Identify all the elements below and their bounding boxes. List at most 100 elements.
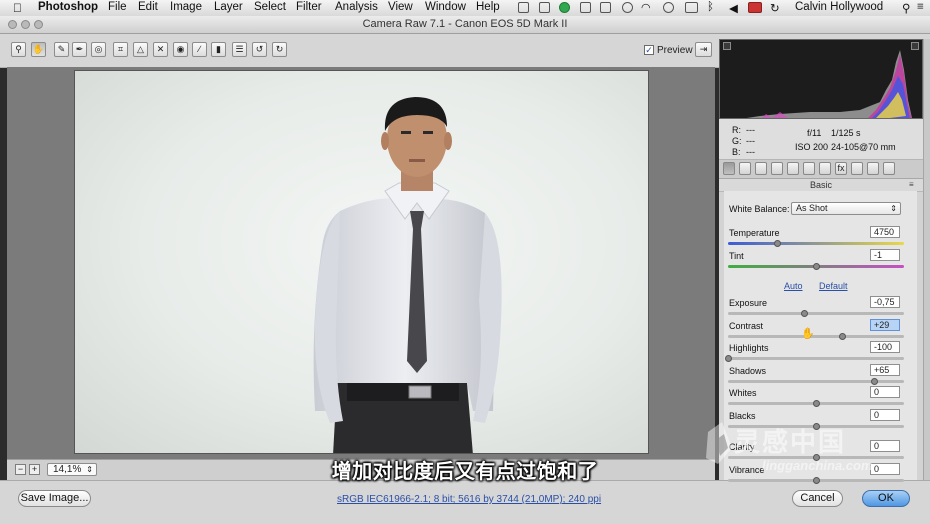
highlights-slider-track[interactable] (728, 357, 904, 360)
menu-filter[interactable]: Filter (296, 1, 322, 13)
contrast-slider-track[interactable] (728, 335, 904, 338)
adjustment-brush-icon[interactable]: ∕ (192, 42, 207, 57)
menu-window[interactable]: Window (425, 1, 466, 13)
rotate-ccw-icon[interactable]: ↺ (252, 42, 267, 57)
menu-help[interactable]: Help (476, 1, 500, 13)
default-link[interactable]: Default (819, 281, 848, 291)
contrast-slider-thumb[interactable] (839, 333, 847, 340)
panel-tabs: fx (719, 160, 923, 179)
display-icon[interactable] (685, 2, 698, 13)
watermark-url: lingganchina.com (762, 458, 873, 473)
tab-camera-calibration-icon[interactable] (851, 162, 863, 175)
fullscreen-icon[interactable]: ⇥ (695, 42, 712, 57)
workflow-options-link[interactable]: sRGB IEC61966-2.1; 8 bit; 5616 by 3744 (… (337, 494, 601, 505)
flag-icon[interactable] (748, 2, 762, 13)
histogram (719, 39, 923, 119)
ok-button[interactable]: OK (862, 490, 910, 507)
temperature-slider-thumb[interactable] (774, 240, 782, 247)
notification-icon[interactable]: ≡ (917, 1, 924, 13)
shadows-value-field[interactable]: +65 (870, 364, 900, 376)
watermark-brand: 灵感中国 (734, 427, 847, 457)
tab-tone-curve-icon[interactable] (739, 162, 751, 175)
bluetooth-icon[interactable]: ᛒ (707, 1, 714, 13)
hand-tool-icon[interactable]: ✋ (31, 42, 46, 57)
white-balance-select[interactable]: As Shot ⇕ (791, 202, 901, 215)
menubar:  Photoshop File Edit Image Layer Select… (0, 0, 930, 17)
highlights-slider-thumb[interactable] (725, 355, 732, 362)
rotate-cw-icon[interactable]: ↻ (272, 42, 287, 57)
tint-value-field[interactable]: -1 (870, 249, 900, 261)
tab-effects-icon[interactable] (819, 162, 831, 175)
tab-lens-corrections-icon[interactable] (803, 162, 815, 175)
red-eye-tool-icon[interactable]: ◉ (173, 42, 188, 57)
aperture-value: f/11 (807, 128, 822, 138)
tray-app-icon[interactable] (559, 2, 570, 13)
menu-edit[interactable]: Edit (138, 1, 158, 13)
highlights-value-field[interactable]: -100 (870, 341, 900, 353)
sync-icon[interactable]: ↻ (770, 1, 780, 15)
menu-analysis[interactable]: Analysis (335, 1, 378, 13)
panel-menu-icon[interactable]: ≡ (909, 180, 914, 189)
whites-value-field[interactable]: 0 (870, 386, 900, 398)
exposure-slider-track[interactable] (728, 312, 904, 315)
menu-app-name[interactable]: Photoshop (38, 1, 98, 13)
user-name[interactable]: Calvin Hollywood (795, 1, 883, 13)
bottom-bar: Save Image... sRGB IEC61966-2.1; 8 bit; … (0, 480, 930, 524)
highlights-label: Highlights (729, 343, 769, 353)
wifi-icon[interactable]: ◠ (641, 1, 651, 14)
spotlight-icon[interactable]: ⚲ (902, 1, 910, 15)
contrast-value-field[interactable]: +29 (870, 319, 900, 331)
tint-slider-thumb[interactable] (813, 263, 820, 270)
apple-icon[interactable]:  (13, 1, 22, 15)
tab-detail-icon[interactable] (755, 162, 767, 175)
tray-icon-1[interactable] (518, 2, 529, 13)
targeted-adjustment-tool-icon[interactable]: ◎ (91, 42, 106, 57)
menu-view[interactable]: View (388, 1, 413, 13)
spot-removal-tool-icon[interactable]: ✕ (153, 42, 168, 57)
white-balance-tool-icon[interactable]: ✎ (54, 42, 69, 57)
graduated-filter-icon[interactable]: ▮ (211, 42, 226, 57)
crop-tool-icon[interactable]: ⌗ (113, 42, 128, 57)
g-label: G: (732, 136, 742, 146)
tab-basic-icon[interactable] (723, 162, 735, 175)
panel-scrollbar[interactable] (923, 39, 930, 480)
preview-label: Preview (657, 45, 693, 56)
straighten-tool-icon[interactable]: △ (133, 42, 148, 57)
clock-icon[interactable] (663, 2, 674, 13)
whites-slider-thumb[interactable] (813, 400, 820, 407)
volume-icon[interactable]: ◀ (729, 1, 738, 15)
preferences-icon[interactable]: ☰ (232, 42, 247, 57)
adjustments-panel: R: --- G: --- B: --- f/11 1/125 s ISO 20… (719, 39, 923, 484)
tray-icon-2[interactable] (539, 2, 550, 13)
color-sampler-tool-icon[interactable]: ✒ (72, 42, 87, 57)
tab-snapshots-icon[interactable] (883, 162, 895, 175)
tint-label: Tint (729, 251, 744, 261)
shutter-value: 1/125 s (831, 128, 861, 138)
tray-icon-4[interactable] (600, 2, 611, 13)
exposure-value-field[interactable]: -0,75 (870, 296, 900, 308)
temperature-value-field[interactable]: 4750 (870, 226, 900, 238)
histogram-graph (746, 50, 912, 118)
save-image-button[interactable]: Save Image... (18, 490, 91, 507)
tray-icon-5[interactable] (622, 2, 633, 13)
menu-layer[interactable]: Layer (214, 1, 243, 13)
tab-fx-icon[interactable]: fx (835, 162, 847, 175)
exposure-slider-thumb[interactable] (800, 310, 808, 317)
zoom-tool-icon[interactable]: ⚲ (11, 42, 26, 57)
tab-hsl-icon[interactable] (771, 162, 783, 175)
tray-icon-3[interactable] (580, 2, 591, 13)
lens-value: 24-105@70 mm (831, 142, 896, 152)
tab-split-toning-icon[interactable] (787, 162, 799, 175)
preview-photo[interactable] (74, 70, 649, 454)
shadows-slider-thumb[interactable] (871, 378, 879, 385)
cancel-button[interactable]: Cancel (792, 490, 843, 507)
white-balance-label: White Balance: (729, 204, 790, 214)
preview-checkbox[interactable]: ✓ (644, 45, 654, 55)
shadows-label: Shadows (729, 366, 767, 376)
temperature-slider-track[interactable] (728, 242, 904, 245)
menu-image[interactable]: Image (170, 1, 202, 13)
auto-link[interactable]: Auto (784, 281, 803, 291)
tab-presets-icon[interactable] (867, 162, 879, 175)
menu-select[interactable]: Select (254, 1, 286, 13)
menu-file[interactable]: File (108, 1, 127, 13)
